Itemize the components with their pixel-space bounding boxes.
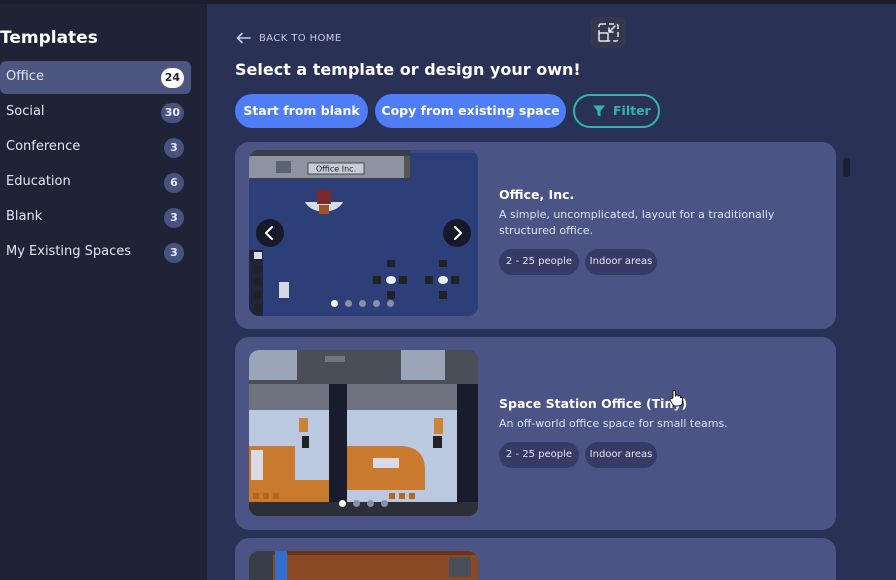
template-description: A simple, uncomplicated, layout for a tr… (499, 208, 775, 237)
sidebar-item-my-existing-spaces[interactable]: My Existing Spaces 3 (0, 236, 191, 269)
scrollbar-thumb[interactable] (843, 158, 850, 177)
slide-dot[interactable] (387, 300, 394, 307)
minimize-button[interactable] (591, 17, 626, 48)
filter-icon (593, 105, 605, 117)
sidebar-item-blank[interactable]: Blank 3 (0, 201, 191, 234)
page-title: Select a template or design your own! (235, 60, 581, 79)
sidebar-item-conference[interactable]: Conference 3 (0, 131, 191, 164)
template-card-space-station-office[interactable]: Space Station Office (Tiny) An off-world… (235, 337, 836, 530)
next-slide-button[interactable] (443, 219, 471, 247)
filter-button[interactable]: Filter (573, 94, 660, 128)
slide-dot[interactable] (359, 300, 366, 307)
map-preview (249, 551, 478, 580)
sidebar-item-count: 3 (164, 138, 184, 158)
template-title: Space Station Office (Tiny) (499, 396, 688, 411)
capacity-tag: 2 - 25 people (499, 249, 579, 275)
sidebar-item-count: 3 (164, 208, 184, 228)
sidebar-item-label: My Existing Spaces (6, 244, 132, 259)
sidebar-item-count: 3 (164, 243, 184, 263)
templates-sidebar: Templates Office 24 Social 30 Conference… (0, 4, 207, 580)
slide-dot[interactable] (331, 300, 338, 307)
minimize-icon (598, 23, 619, 42)
sidebar-item-office[interactable]: Office 24 (0, 61, 191, 94)
sidebar-item-label: Office (6, 69, 44, 84)
chevron-left-icon (265, 226, 273, 240)
sidebar-item-social[interactable]: Social 30 (0, 96, 191, 129)
hand-cursor-icon (669, 389, 683, 407)
arrow-left-icon[interactable] (236, 32, 251, 44)
slide-dot[interactable] (373, 300, 380, 307)
slide-dot[interactable] (339, 500, 346, 507)
template-preview: Office Inc. (249, 150, 478, 316)
slide-indicator (331, 300, 394, 307)
template-card-office-inc[interactable]: Office Inc. Office, Inc. A simple, uncom… (235, 142, 836, 329)
preview-sign-text: Office Inc. (316, 165, 356, 174)
template-card-partial[interactable] (235, 538, 836, 580)
slide-dot[interactable] (367, 500, 374, 507)
sidebar-item-label: Social (6, 104, 45, 119)
slide-dot[interactable] (381, 500, 388, 507)
template-preview (249, 551, 478, 580)
sidebar-item-count: 6 (164, 173, 184, 193)
sidebar-item-label: Conference (6, 139, 81, 154)
sidebar-item-count: 30 (160, 103, 184, 123)
sidebar-item-label: Education (6, 174, 71, 189)
back-to-home-link[interactable]: BACK TO HOME (259, 33, 342, 44)
start-from-blank-button[interactable]: Start from blank (235, 94, 368, 128)
slide-dot[interactable] (345, 300, 352, 307)
chevron-right-icon (454, 226, 462, 240)
sidebar-title: Templates (0, 28, 98, 48)
sidebar-item-label: Blank (6, 209, 43, 224)
area-tag: Indoor areas (585, 249, 657, 275)
filter-label: Filter (613, 103, 651, 118)
slide-dot[interactable] (353, 500, 360, 507)
sidebar-item-count: 24 (160, 68, 184, 88)
slide-indicator (339, 500, 388, 507)
template-description: An off-world office space for small team… (499, 417, 728, 430)
area-tag: Indoor areas (585, 442, 657, 468)
template-title: Office, Inc. (499, 187, 575, 202)
space-station-map-preview (249, 350, 478, 516)
template-preview (249, 350, 478, 516)
previous-slide-button[interactable] (256, 219, 284, 247)
sidebar-item-education[interactable]: Education 6 (0, 166, 191, 199)
copy-from-existing-space-button[interactable]: Copy from existing space (375, 94, 566, 128)
capacity-tag: 2 - 25 people (499, 442, 579, 468)
